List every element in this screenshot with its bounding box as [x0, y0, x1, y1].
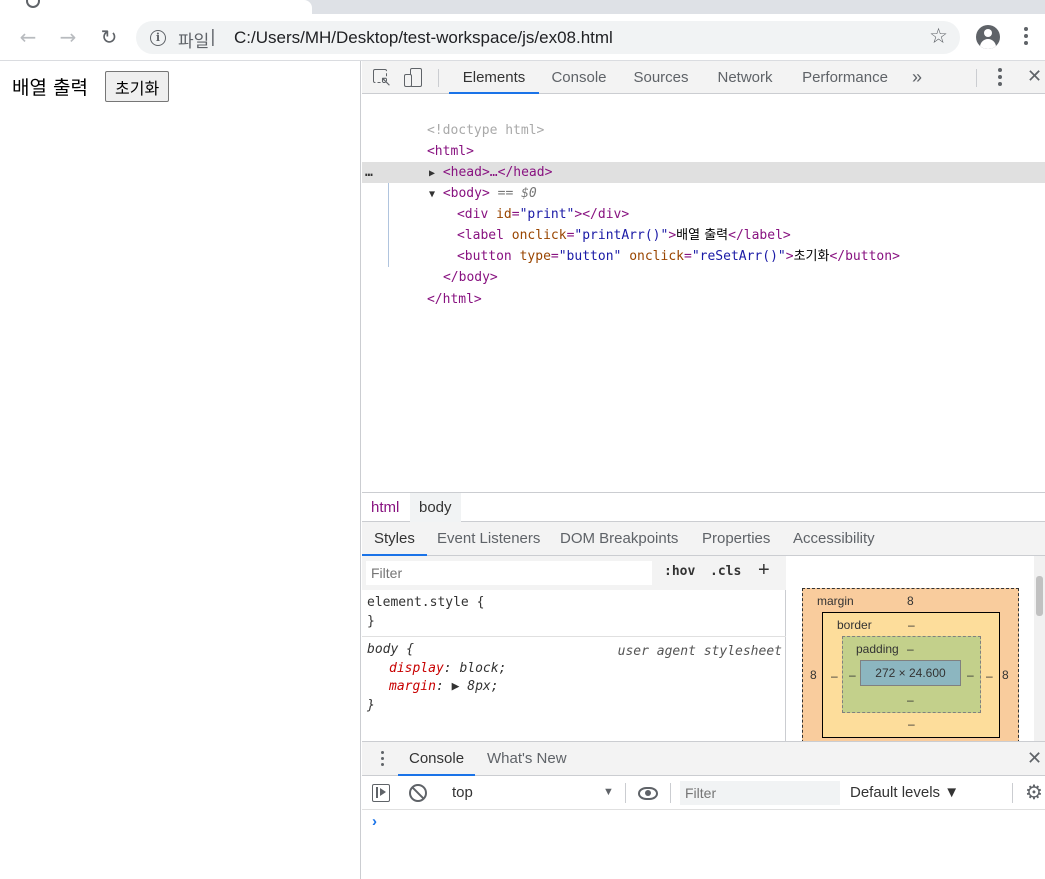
drawer-tab-bar: Console What's New ✕	[362, 741, 1045, 776]
profile-icon[interactable]	[976, 25, 1000, 49]
breadcrumb-body[interactable]: body	[410, 493, 461, 522]
toolbar-divider	[670, 783, 671, 803]
back-arrow-icon[interactable]: ←	[13, 22, 43, 52]
drawer-tab-console[interactable]: Console	[398, 742, 476, 776]
body-style-rule[interactable]: body { user agent stylesheet display: bl…	[362, 639, 786, 739]
profile-shoulders-shape	[980, 39, 996, 49]
box-model-margin[interactable]: margin 8 8 8 border – – – – padding – – …	[802, 588, 1019, 741]
tree-node-head[interactable]: ▶ <head>…</head>	[382, 141, 552, 180]
tree-node-div[interactable]: <div id="print"></div>	[410, 183, 629, 222]
info-icon[interactable]: i	[150, 30, 166, 46]
tree-node-html[interactable]: <html>	[380, 120, 474, 159]
devtools-menu-icon[interactable]	[994, 65, 1006, 89]
styles-filter-row: :hov .cls +	[362, 556, 786, 590]
reset-button[interactable]: 초기화	[105, 71, 170, 102]
console-toolbar: top ▼ Default levels ▼ ⚙	[362, 776, 1045, 810]
box-model-scrollbar[interactable]	[1034, 556, 1045, 741]
rule-selector: body {	[367, 642, 414, 657]
chevron-down-icon[interactable]: ▼	[603, 786, 614, 798]
tree-node-doctype[interactable]: <!doctype html>	[380, 99, 544, 138]
scrollbar-thumb[interactable]	[1036, 576, 1043, 616]
element-style-rule[interactable]: element.style { }	[362, 592, 786, 636]
log-levels-dropdown[interactable]: Default levels ▼	[850, 784, 959, 801]
cls-toggle-button[interactable]: .cls	[710, 564, 741, 579]
toolbar-divider	[438, 69, 439, 87]
breadcrumb: html body	[362, 492, 1045, 522]
devtools-panel: ↖ Elements Console Sources Network Perfo…	[362, 61, 1045, 879]
tab-styles[interactable]: Styles	[362, 522, 427, 556]
profile-head-shape	[984, 29, 992, 37]
tab-dom-breakpoints[interactable]: DOM Breakpoints	[560, 522, 678, 556]
tab-performance[interactable]: Performance	[795, 61, 895, 94]
toolbar-divider	[1012, 783, 1013, 803]
tree-node-label[interactable]: <label onclick="printArr()">배열 출력</label…	[410, 204, 791, 243]
tree-node-button[interactable]: <button type="button" onclick="reSetArr(…	[410, 225, 900, 264]
sidebar-tab-bar: Styles Event Listeners DOM Breakpoints P…	[362, 522, 1045, 556]
drawer-tab-whats-new[interactable]: What's New	[487, 742, 567, 776]
console-sidebar-icon[interactable]	[372, 784, 390, 802]
box-model-content[interactable]: 272 × 24.600	[860, 660, 961, 686]
tab-elements[interactable]: Elements	[449, 61, 539, 94]
new-style-rule-icon[interactable]: +	[758, 559, 770, 582]
browser-toolbar: ← → ↻ i 파일 | C:/Users/MH/Desktop/test-wo…	[0, 14, 1045, 61]
selection-marker: …	[365, 165, 373, 180]
toolbar-divider	[625, 783, 626, 803]
prompt-caret-icon: ›	[372, 813, 377, 830]
styles-filter-input[interactable]	[366, 561, 652, 585]
tab-favicon-icon	[26, 0, 40, 8]
tab-strip	[0, 0, 1045, 14]
menu-kebab-icon[interactable]	[1016, 24, 1036, 50]
reload-icon[interactable]: ↻	[94, 22, 124, 52]
toolbar-divider	[976, 69, 977, 87]
tab-event-listeners[interactable]: Event Listeners	[437, 522, 540, 556]
tab-accessibility[interactable]: Accessibility	[793, 522, 875, 556]
tree-node-body-close[interactable]: </body>	[396, 246, 498, 285]
style-declaration-margin[interactable]: margin: ▶ 8px;	[389, 677, 499, 696]
devtools-tab-bar: ↖ Elements Console Sources Network Perfo…	[362, 61, 1045, 94]
url-text[interactable]: C:/Users/MH/Desktop/test-workspace/js/ex…	[234, 28, 613, 48]
more-tabs-icon[interactable]: »	[904, 61, 930, 94]
tree-node-html-close[interactable]: </html>	[380, 268, 482, 307]
rule-divider	[362, 636, 786, 637]
box-model-pane: margin 8 8 8 border – – – – padding – – …	[787, 556, 1045, 741]
style-declaration-display[interactable]: display: block;	[389, 659, 506, 678]
rule-source: user agent stylesheet	[617, 644, 782, 659]
url-scheme-label: 파일	[178, 32, 210, 52]
inspect-element-icon[interactable]: ↖	[372, 68, 392, 88]
hov-toggle-button[interactable]: :hov	[664, 564, 695, 579]
tab-properties[interactable]: Properties	[702, 522, 770, 556]
device-toolbar-icon[interactable]	[404, 68, 424, 88]
active-browser-tab[interactable]	[0, 0, 312, 14]
url-separator: |	[210, 27, 216, 47]
address-bar[interactable]: i 파일 | C:/Users/MH/Desktop/test-workspac…	[136, 21, 960, 54]
print-array-label[interactable]: 배열 출력	[12, 73, 88, 100]
forward-arrow-icon[interactable]: →	[53, 22, 83, 52]
console-context-select[interactable]: top	[452, 784, 473, 801]
gear-icon[interactable]: ⚙	[1025, 780, 1043, 805]
clear-console-icon[interactable]	[409, 784, 427, 802]
breadcrumb-html[interactable]: html	[362, 493, 408, 522]
live-expression-eye-icon[interactable]	[638, 787, 658, 800]
tree-node-body[interactable]: ▼ <body> == $0	[382, 162, 537, 201]
box-model-padding[interactable]: padding – – – – 272 × 24.600	[842, 636, 981, 713]
tab-sources[interactable]: Sources	[625, 61, 697, 94]
box-model-border[interactable]: border – – – – padding – – – – 272 × 24.…	[822, 612, 1000, 738]
tab-network[interactable]: Network	[709, 61, 781, 94]
drawer-menu-icon[interactable]	[378, 748, 386, 770]
close-devtools-icon[interactable]: ✕	[1027, 66, 1042, 87]
console-prompt-area[interactable]: ›	[362, 810, 1045, 879]
styles-pane: :hov .cls + element.style { } body { use…	[362, 556, 786, 741]
page-viewport: 배열 출력 초기화	[0, 61, 361, 879]
close-drawer-icon[interactable]: ✕	[1027, 748, 1042, 769]
elements-tree: … <!doctype html> <html> ▶ <head>…</head…	[362, 94, 1045, 492]
console-filter-input[interactable]	[680, 781, 840, 805]
bookmark-star-icon[interactable]: ☆	[929, 24, 948, 48]
tab-console[interactable]: Console	[543, 61, 615, 94]
